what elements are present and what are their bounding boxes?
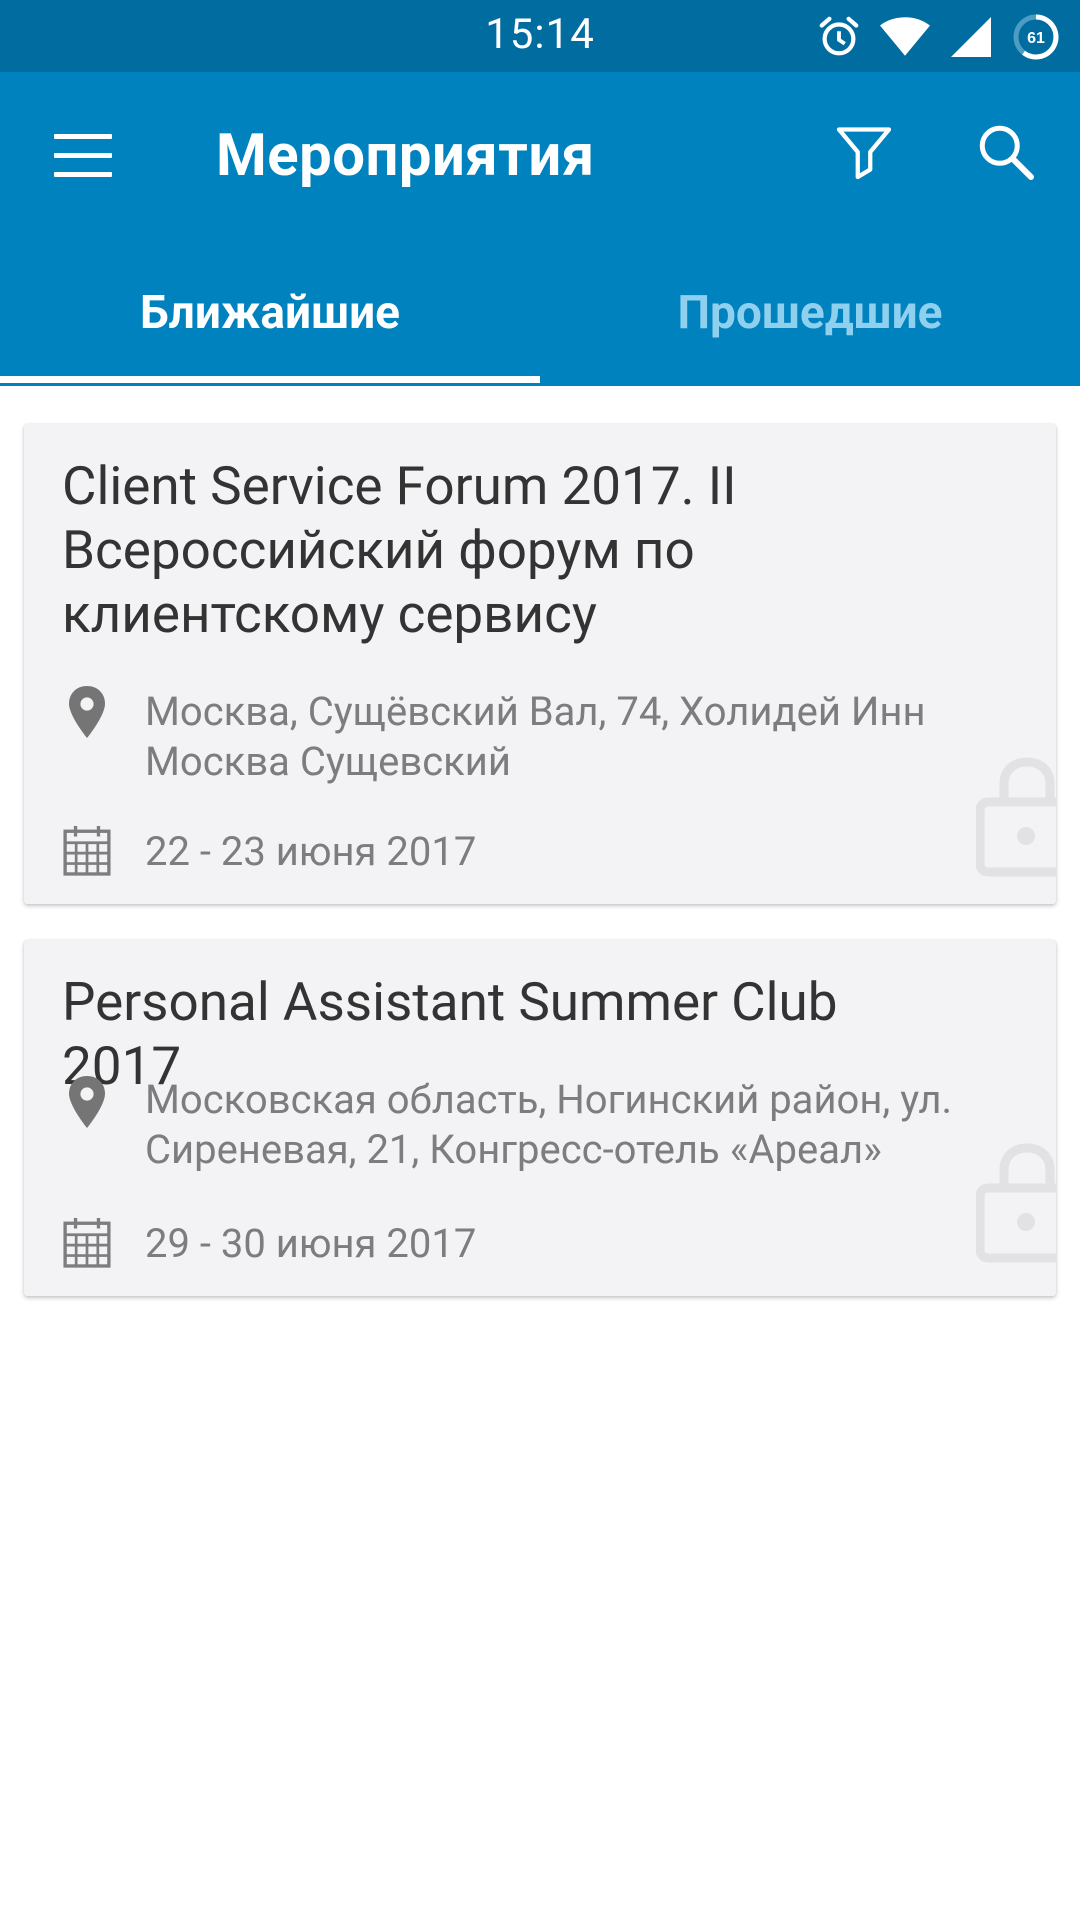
- map-pin-icon: [69, 686, 105, 738]
- tab-indicator: [0, 376, 540, 383]
- tab-past[interactable]: Прошедшие: [540, 286, 1080, 386]
- event-card[interactable]: Client Service Forum 2017. II Всероссийс…: [24, 424, 1056, 904]
- alarm-icon: [819, 16, 859, 56]
- tab-upcoming[interactable]: Ближайшие: [0, 286, 540, 386]
- event-dates: 29 - 30 июня 2017: [145, 1220, 477, 1267]
- search-icon[interactable]: [976, 122, 1036, 182]
- event-location: Москва, Сущёвский Вал, 74, Холидей Инн М…: [145, 688, 926, 785]
- lock-icon: [976, 1143, 1056, 1263]
- calendar-icon: [63, 1218, 111, 1268]
- page-title: Мероприятия: [216, 122, 595, 190]
- status-bar: 15:14 61: [0, 0, 1080, 72]
- status-icons: 61: [816, 12, 1060, 62]
- hamburger-menu-icon[interactable]: [54, 134, 114, 178]
- filter-icon[interactable]: [834, 122, 894, 182]
- battery-icon: 61: [1013, 14, 1059, 60]
- calendar-icon: [63, 826, 111, 876]
- event-title: Client Service Forum 2017. II Всероссийс…: [62, 455, 737, 645]
- signal-icon: [951, 17, 991, 57]
- event-card[interactable]: Personal Assistant Summer Club 2017 Моск…: [24, 940, 1056, 1296]
- lock-icon: [976, 757, 1056, 877]
- battery-level: 61: [1027, 30, 1045, 47]
- wifi-icon: [880, 17, 930, 56]
- map-pin-icon: [69, 1076, 105, 1128]
- event-dates: 22 - 23 июня 2017: [145, 828, 477, 875]
- event-location: Московская область, Ногинский район, ул.…: [145, 1076, 952, 1173]
